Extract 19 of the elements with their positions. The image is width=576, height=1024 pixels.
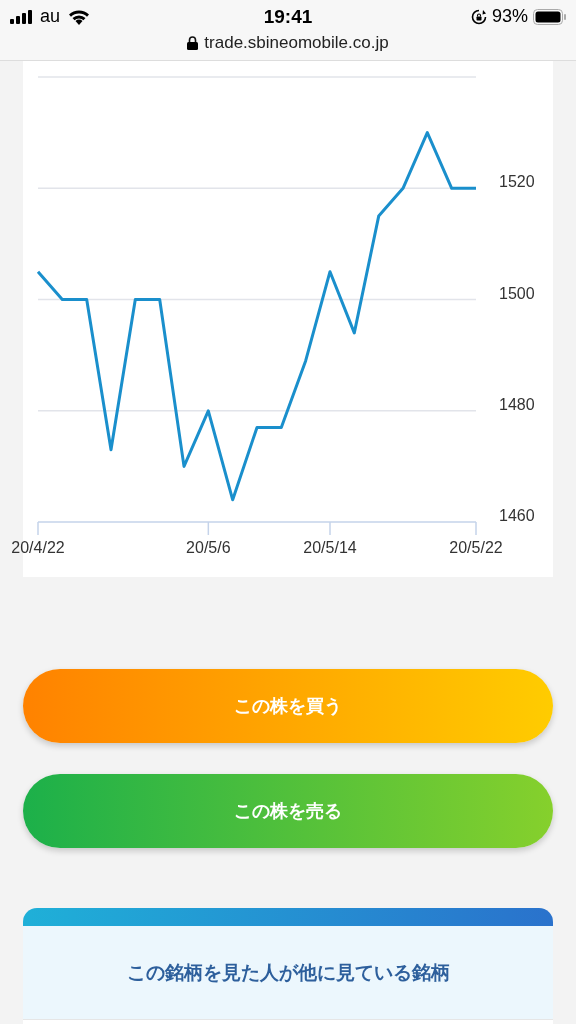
lock-icon: [187, 36, 199, 50]
sell-button[interactable]: この株を売る: [23, 774, 553, 848]
battery-percent: 93%: [492, 6, 528, 27]
x-axis-label: 20/5/6: [186, 539, 231, 556]
y-axis-label: 1460: [499, 507, 535, 524]
clock-time: 19:41: [263, 5, 313, 28]
wifi-icon: [68, 8, 91, 25]
x-axis-label: 20/5/14: [303, 539, 357, 556]
y-axis-label: 1500: [499, 284, 535, 302]
signal-icon: [10, 9, 32, 24]
buy-button[interactable]: この株を買う: [23, 669, 553, 743]
battery-icon: [533, 8, 566, 25]
y-axis-label: 1520: [499, 173, 535, 191]
x-axis-label: 20/5/22: [449, 539, 503, 556]
rotation-lock-icon: [471, 8, 487, 25]
y-axis-label: 1480: [499, 395, 535, 413]
x-axis-label: 20/4/22: [11, 539, 65, 556]
carrier-name: au: [40, 6, 61, 27]
section-title: この銘柄を見た人が他に見ている銘柄: [126, 959, 450, 985]
